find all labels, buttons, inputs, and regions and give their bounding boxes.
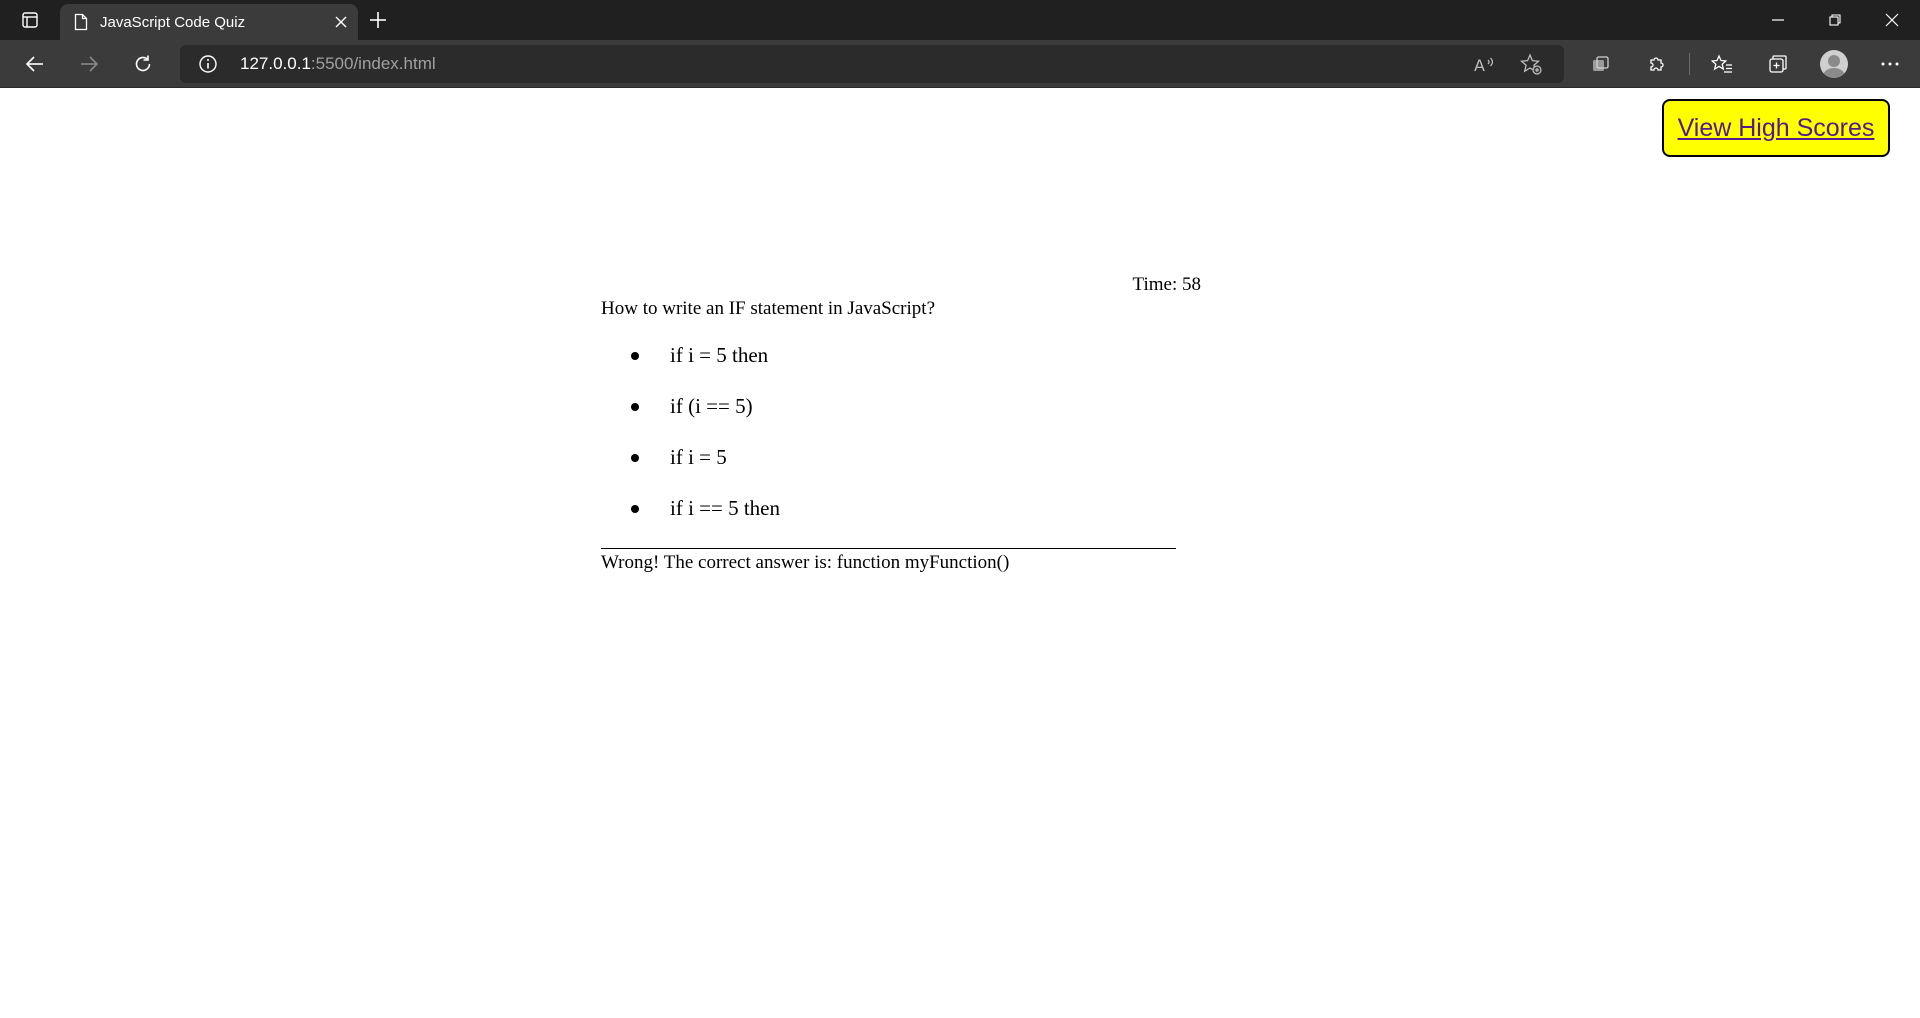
puzzle-icon bbox=[1650, 57, 1664, 71]
profile-button[interactable] bbox=[1806, 40, 1862, 88]
answer-choice-label: if i == 5 then bbox=[670, 496, 781, 520]
url-host: 127.0.0.1 bbox=[240, 54, 311, 73]
new-tab-button[interactable] bbox=[358, 0, 398, 40]
restore-button[interactable] bbox=[1806, 0, 1863, 40]
collections-button[interactable] bbox=[1750, 40, 1806, 88]
answer-choice-label: if (i == 5) bbox=[670, 394, 753, 418]
address-bar-actions: A bbox=[1462, 45, 1554, 83]
read-aloud-icon: A bbox=[1474, 56, 1494, 74]
browser-tab-active[interactable]: JavaScript Code Quiz bbox=[60, 4, 358, 40]
answer-choice[interactable]: if (i == 5) bbox=[601, 393, 780, 444]
back-button[interactable] bbox=[8, 40, 62, 88]
read-aloud-button[interactable]: A bbox=[1462, 54, 1508, 74]
reload-icon bbox=[135, 55, 151, 71]
toolbar-actions bbox=[1573, 40, 1920, 88]
window-controls bbox=[1749, 0, 1920, 40]
browser-toolbar: 127.0.0.1:5500/index.html A bbox=[0, 40, 1920, 88]
tab-actions-button[interactable] bbox=[0, 0, 60, 40]
question-text: How to write an IF statement in JavaScri… bbox=[601, 298, 936, 319]
wallet-icon bbox=[1593, 56, 1609, 71]
minimize-icon bbox=[1771, 19, 1784, 21]
add-favorite-button[interactable] bbox=[1508, 53, 1554, 75]
wallet-button[interactable] bbox=[1573, 40, 1629, 88]
profile-icon bbox=[1820, 50, 1848, 78]
svg-text:A: A bbox=[1474, 56, 1485, 74]
answer-feedback: Wrong! The correct answer is: function m… bbox=[601, 552, 1010, 573]
page-icon bbox=[74, 13, 88, 31]
address-bar[interactable]: 127.0.0.1:5500/index.html A bbox=[180, 45, 1564, 83]
more-button[interactable] bbox=[1862, 40, 1918, 88]
favorites-button[interactable] bbox=[1694, 40, 1750, 88]
answer-choice-label: if i = 5 then bbox=[670, 343, 769, 367]
favorites-list-icon bbox=[1711, 54, 1732, 73]
bullet bbox=[631, 352, 639, 360]
forward-arrow-icon bbox=[81, 55, 99, 72]
answer-choice[interactable]: if i = 5 then bbox=[601, 342, 780, 393]
restore-icon bbox=[1828, 14, 1841, 26]
tab-title: JavaScript Code Quiz bbox=[100, 13, 246, 31]
info-icon bbox=[199, 55, 217, 73]
result-divider bbox=[601, 548, 1176, 549]
answer-choice[interactable]: if i = 5 bbox=[601, 444, 780, 495]
bullet bbox=[631, 403, 639, 411]
browser-tab-bar: JavaScript Code Quiz bbox=[0, 0, 1920, 40]
favorite-star-icon bbox=[1520, 53, 1542, 75]
close-window-button[interactable] bbox=[1863, 0, 1920, 40]
timer: Time: 58 bbox=[1132, 274, 1201, 295]
close-window-icon bbox=[1885, 13, 1898, 27]
page-viewport: View High Scores Time: 58 How to write a… bbox=[0, 89, 1920, 1018]
view-high-scores-link[interactable]: View High Scores bbox=[1678, 114, 1875, 143]
collections-icon bbox=[1769, 55, 1787, 73]
site-info-button[interactable] bbox=[198, 54, 234, 74]
answer-choice[interactable]: if i == 5 then bbox=[601, 495, 780, 546]
toolbar-divider bbox=[1689, 53, 1690, 75]
bullet bbox=[631, 454, 639, 462]
plus-icon bbox=[370, 12, 386, 28]
url-text: 127.0.0.1:5500/index.html bbox=[240, 54, 436, 74]
reload-button[interactable] bbox=[116, 40, 170, 88]
tab-actions-icon bbox=[22, 12, 38, 28]
url-path: :5500/index.html bbox=[310, 54, 436, 73]
answer-choices: if i = 5 then if (i == 5) if i = 5 if i … bbox=[601, 342, 780, 546]
minimize-button[interactable] bbox=[1749, 0, 1806, 40]
more-icon bbox=[1881, 62, 1899, 66]
back-arrow-icon bbox=[25, 55, 43, 72]
forward-button[interactable] bbox=[62, 40, 116, 88]
view-high-scores-button[interactable]: View High Scores bbox=[1662, 99, 1890, 157]
answer-choice-label: if i = 5 bbox=[670, 445, 727, 469]
close-icon[interactable] bbox=[334, 15, 348, 29]
extensions-button[interactable] bbox=[1629, 40, 1685, 88]
bullet bbox=[631, 505, 639, 513]
